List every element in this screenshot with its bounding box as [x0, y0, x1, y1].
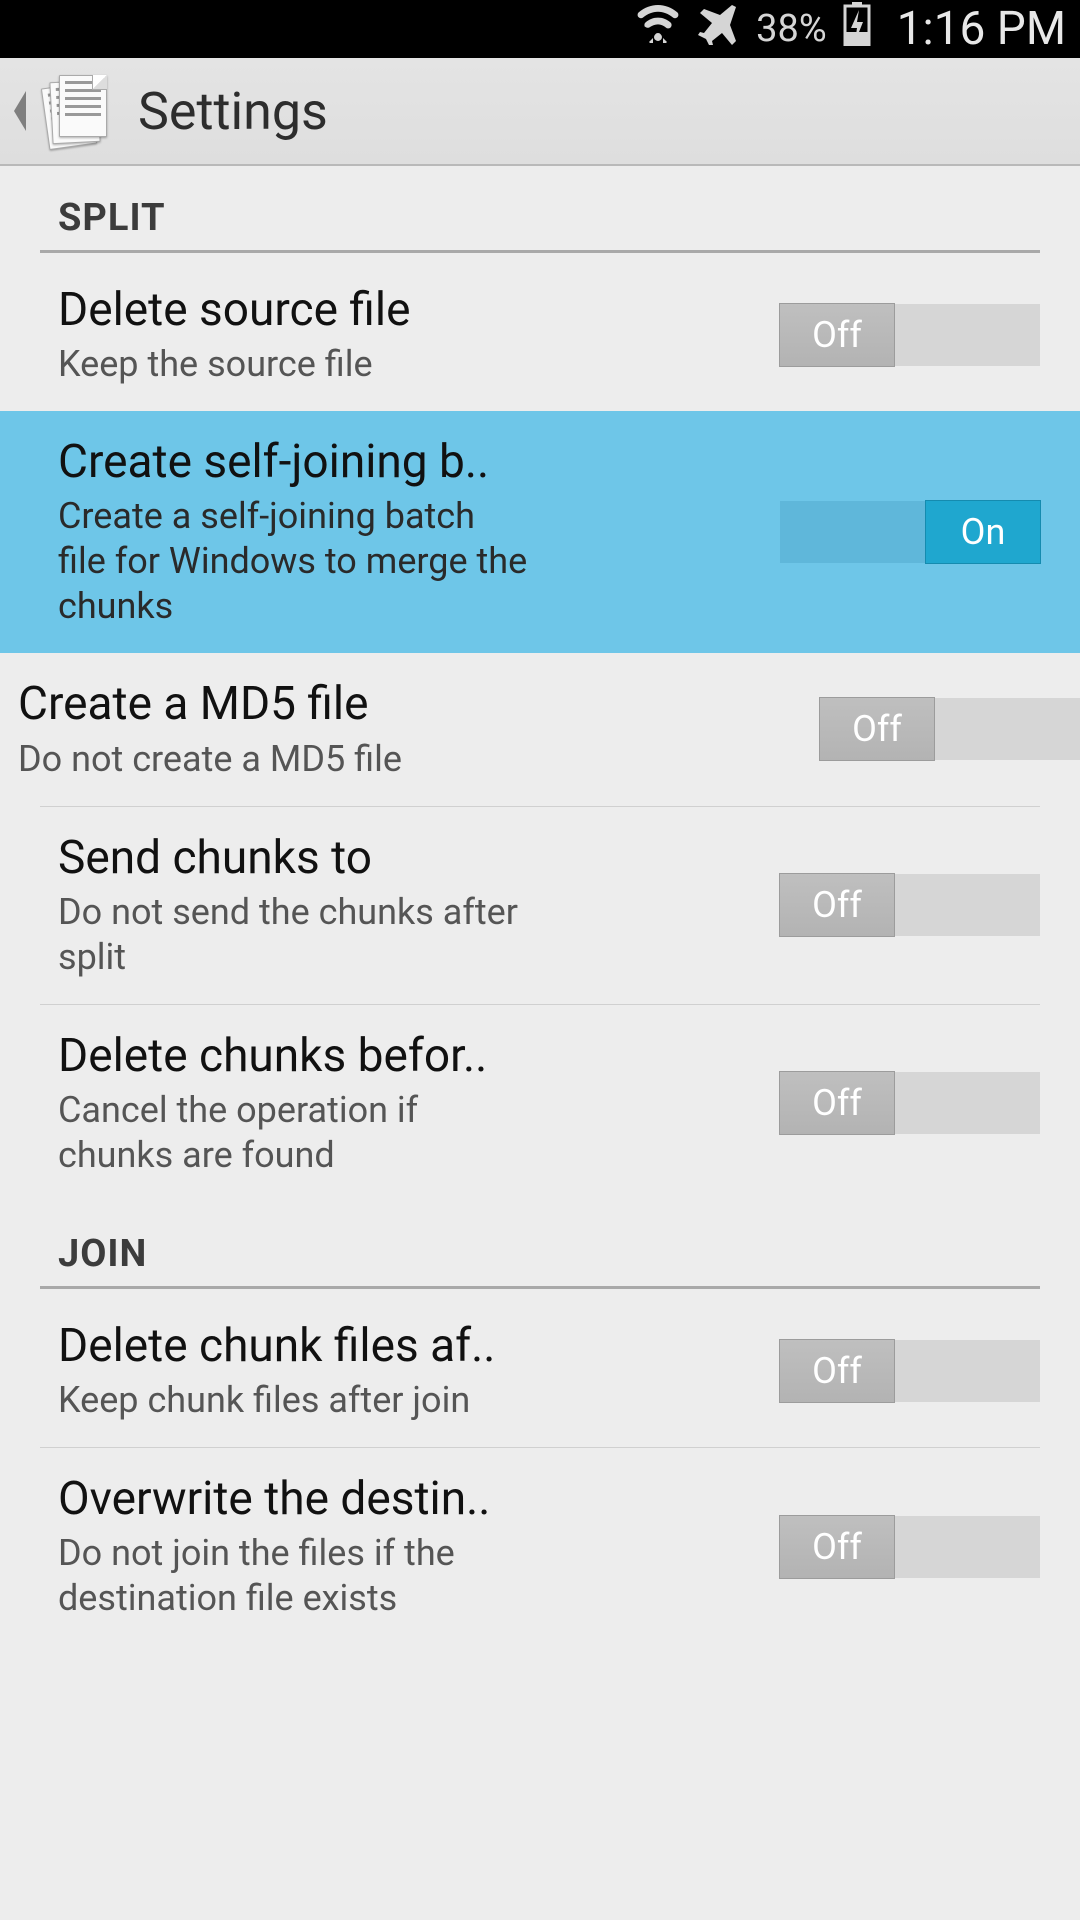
page-title: Settings	[138, 81, 328, 142]
setting-title: Delete chunk files af	[58, 1319, 528, 1374]
toggle-label: On	[925, 500, 1041, 564]
setting-title: Delete source file	[58, 283, 528, 338]
setting-title: Create a MD5 file	[18, 677, 488, 732]
setting-description: Keep chunk files after join	[58, 1378, 528, 1423]
setting-overwrite-destination[interactable]: Overwrite the destin Do not join the fil…	[40, 1447, 1040, 1645]
settings-list: SPLIT Delete source file Keep the source…	[0, 166, 1080, 1645]
back-button[interactable]	[6, 91, 36, 131]
setting-title: Delete chunks befor	[58, 1029, 528, 1084]
toggle-label: Off	[779, 873, 895, 937]
setting-description: Do not create a MD5 file	[18, 737, 488, 782]
setting-create-self-joining-batch[interactable]: Create self-joining b Create a self-join…	[0, 411, 1080, 653]
setting-delete-chunks-before[interactable]: Delete chunks befor Cancel the operation…	[40, 1004, 1040, 1202]
setting-create-md5-file[interactable]: Create a MD5 file Do not create a MD5 fi…	[0, 653, 1080, 805]
toggle-label: Off	[779, 303, 895, 367]
setting-delete-source-file[interactable]: Delete source file Keep the source file …	[0, 259, 1080, 411]
divider	[40, 1286, 1040, 1289]
setting-description: Keep the source file	[58, 342, 528, 387]
section-header-join: JOIN	[0, 1202, 1080, 1286]
app-icon	[40, 75, 112, 147]
airplane-mode-icon	[696, 3, 738, 56]
toggle-label: Off	[779, 1339, 895, 1403]
action-bar: Settings	[0, 58, 1080, 166]
toggle-delete-chunks-before[interactable]: Off	[780, 1072, 1040, 1134]
toggle-label: Off	[779, 1071, 895, 1135]
setting-description: Do not join the files if the destination…	[58, 1531, 528, 1621]
battery-charging-icon	[843, 2, 871, 57]
wifi-icon	[636, 5, 680, 54]
toggle-delete-source-file[interactable]: Off	[780, 304, 1040, 366]
setting-title: Overwrite the destin	[58, 1472, 528, 1527]
setting-title: Create self-joining b	[58, 435, 528, 490]
section-header-split: SPLIT	[0, 166, 1080, 250]
setting-description: Do not send the chunks after split	[58, 890, 528, 980]
toggle-label: Off	[819, 697, 935, 761]
toggle-label: Off	[779, 1515, 895, 1579]
status-bar: 38% 1:16 PM	[0, 0, 1080, 58]
toggle-overwrite-destination[interactable]: Off	[780, 1516, 1040, 1578]
setting-send-chunks-to[interactable]: Send chunks to Do not send the chunks af…	[40, 806, 1040, 1004]
toggle-create-self-joining-batch[interactable]: On	[780, 501, 1040, 563]
toggle-delete-chunk-files-after[interactable]: Off	[780, 1340, 1040, 1402]
setting-description: Create a self-joining batch file for Win…	[58, 494, 528, 629]
divider	[40, 250, 1040, 253]
setting-title: Send chunks to	[58, 831, 528, 886]
clock-text: 1:16 PM	[897, 2, 1066, 56]
setting-description: Cancel the operation if chunks are found	[58, 1088, 528, 1178]
setting-delete-chunk-files-after[interactable]: Delete chunk files af Keep chunk files a…	[0, 1295, 1080, 1447]
battery-percentage: 38%	[756, 7, 827, 51]
toggle-create-md5-file[interactable]: Off	[820, 698, 1080, 760]
toggle-send-chunks-to[interactable]: Off	[780, 874, 1040, 936]
